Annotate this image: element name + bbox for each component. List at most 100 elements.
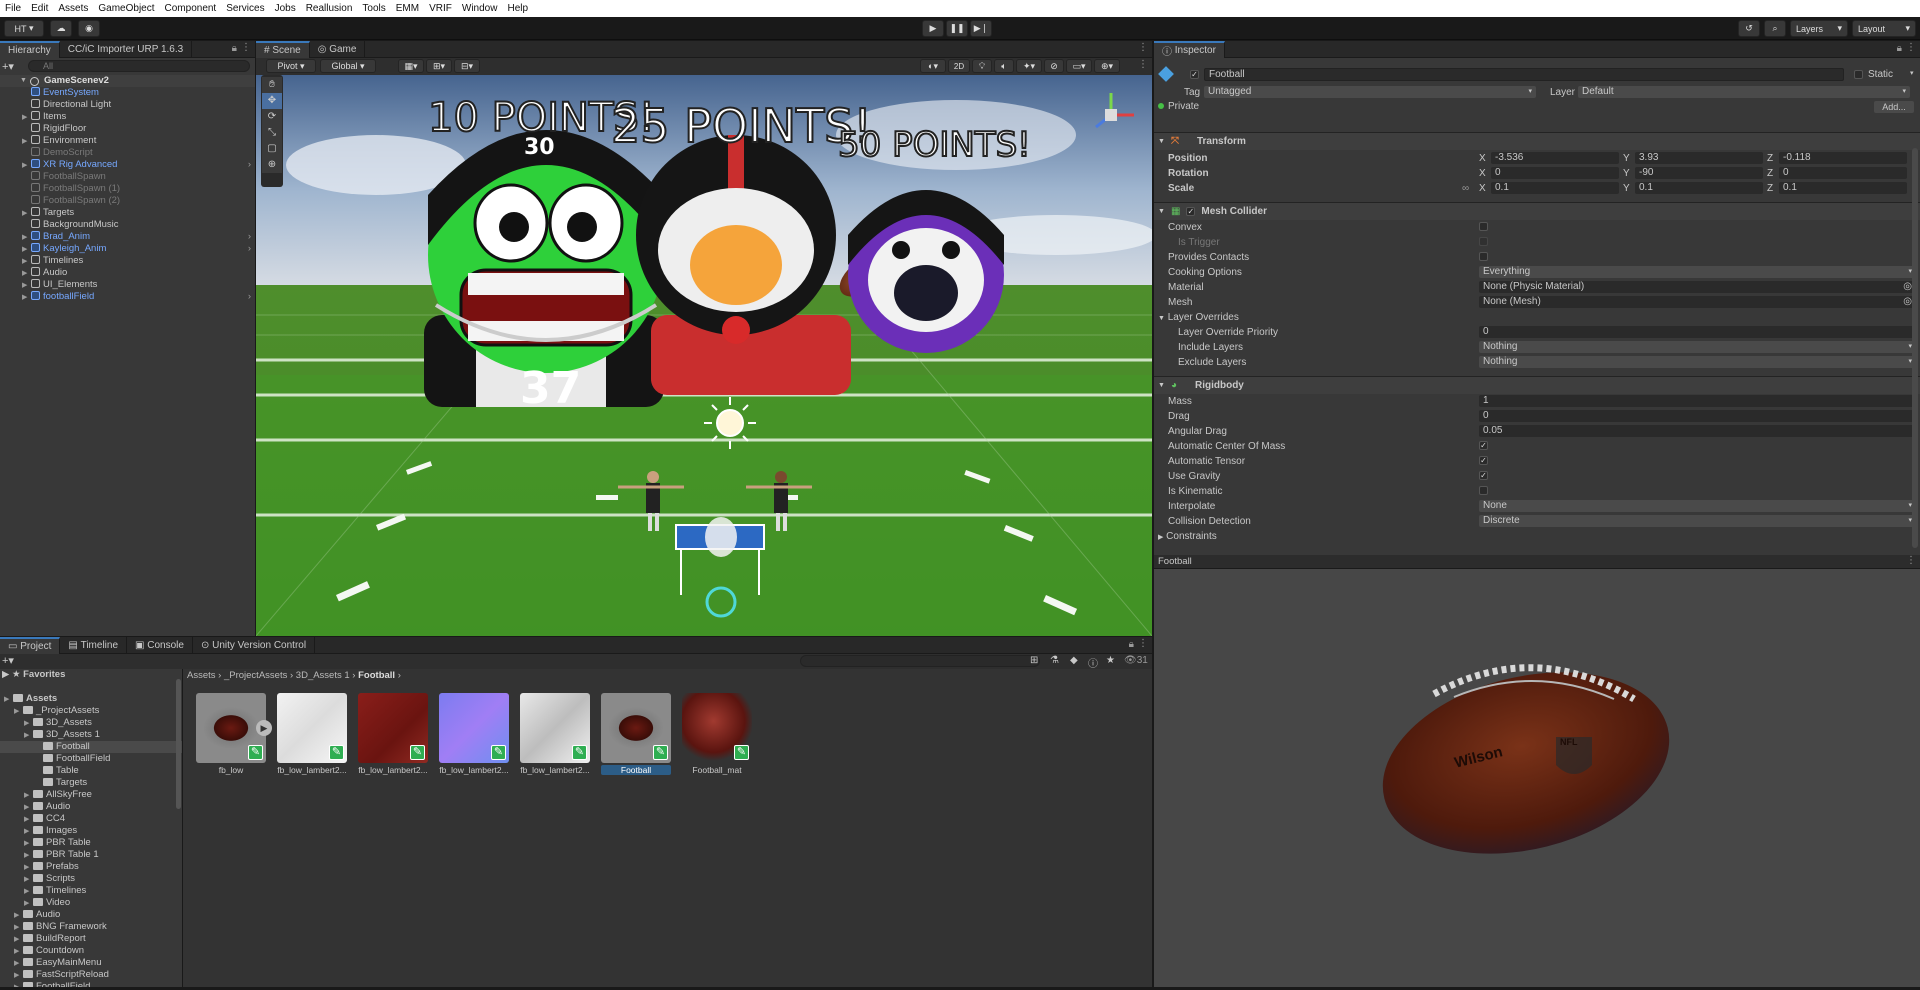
project-folder-row[interactable]: Table: [0, 765, 182, 777]
hierarchy-item[interactable]: ▶ Audio: [0, 267, 255, 279]
enabled-checkbox[interactable]: ✓: [1186, 207, 1196, 216]
open-prefab-icon[interactable]: ›: [248, 291, 251, 303]
project-folder-row[interactable]: ▶ Assets: [0, 693, 182, 705]
tab-inspector[interactable]: ⓘ Inspector: [1154, 40, 1225, 58]
label-icon[interactable]: ◆: [1070, 655, 1078, 666]
more-icon[interactable]: ⋮: [1906, 42, 1916, 53]
preview-panel[interactable]: Wilson NFL: [1154, 569, 1920, 987]
expand-arrow-icon[interactable]: ▼: [1158, 208, 1165, 215]
project-search-input[interactable]: [800, 655, 1040, 667]
x-field[interactable]: 0: [1491, 167, 1619, 179]
filter-icon[interactable]: ⊞: [1030, 655, 1038, 666]
hierarchy-item[interactable]: ▶ Kayleigh_Anim ›: [0, 243, 255, 255]
asset-item[interactable]: ✎ fb_low_lambert2...: [277, 693, 347, 775]
hierarchy-item[interactable]: Directional Light: [0, 99, 255, 111]
rigidbody-header[interactable]: ▼ ◕ Rigidbody ? ⇅ ⋮: [1154, 376, 1920, 394]
breadcrumb-item[interactable]: Assets: [187, 670, 216, 681]
convex-checkbox[interactable]: [1479, 222, 1488, 231]
asset-item[interactable]: ✎ ▶ fb_low: [196, 693, 272, 775]
include-dropdown[interactable]: Nothing ▾: [1479, 341, 1916, 353]
lighting-icon[interactable]: 💡︎: [972, 59, 992, 73]
z-field[interactable]: 0.1: [1779, 182, 1907, 194]
expand-asset-icon[interactable]: ▶: [256, 720, 272, 736]
audio-icon[interactable]: 🔈︎: [994, 59, 1014, 73]
asset-item[interactable]: ✎ Football_mat: [682, 693, 752, 775]
x-field[interactable]: 0.1: [1491, 182, 1619, 194]
hidden-icon[interactable]: ⊘: [1044, 59, 1064, 73]
menu-item-jobs[interactable]: Jobs: [270, 0, 301, 17]
hierarchy-search-input[interactable]: All: [28, 60, 250, 72]
tab-hierarchy[interactable]: Hierarchy: [0, 40, 60, 58]
search-icon[interactable]: ⌕: [1764, 20, 1786, 37]
cooking-dropdown[interactable]: Everything ▾: [1479, 266, 1916, 278]
hierarchy-item[interactable]: ▶ Targets: [0, 207, 255, 219]
hierarchy-item[interactable]: FootballSpawn (1): [0, 183, 255, 195]
interpolate-dropdown[interactable]: None ▾: [1479, 500, 1916, 512]
asset-item[interactable]: ✎ Football: [601, 693, 671, 775]
material-field[interactable]: None (Physic Material) ◎: [1479, 281, 1916, 293]
project-folder-row[interactable]: ▶ Video: [0, 897, 182, 909]
layer-dropdown[interactable]: Default ▾: [1578, 86, 1910, 98]
cloud-icon[interactable]: ☁: [50, 20, 72, 37]
scene-row[interactable]: ▼ GameScenev2: [0, 75, 255, 87]
hierarchy-item[interactable]: ▶ UI_Elements: [0, 279, 255, 291]
more-icon[interactable]: ⋮: [241, 42, 251, 53]
add-icon[interactable]: +▾: [2, 60, 14, 73]
more-icon[interactable]: ⋮: [1138, 42, 1148, 53]
project-folder-row[interactable]: ▶ CC4: [0, 813, 182, 825]
y-field[interactable]: 3.93: [1635, 152, 1763, 164]
auto-tensor-checkbox[interactable]: ✓: [1479, 456, 1488, 465]
effects-icon[interactable]: ✦▾: [1016, 59, 1042, 73]
play-button[interactable]: ▶: [922, 20, 944, 37]
exclude-dropdown[interactable]: Nothing ▾: [1479, 356, 1916, 368]
pivot-dropdown[interactable]: Pivot ▾: [266, 59, 316, 73]
menu-item-component[interactable]: Component: [160, 0, 222, 17]
lock-icon[interactable]: 🔒︎: [1129, 639, 1134, 650]
history-icon[interactable]: ↺: [1738, 20, 1760, 37]
mass-field[interactable]: 1: [1479, 395, 1916, 407]
open-prefab-icon[interactable]: ›: [248, 159, 251, 171]
tag-dropdown[interactable]: Untagged ▾: [1204, 86, 1536, 98]
project-folder-row[interactable]: ▶ Prefabs: [0, 861, 182, 873]
collab-icon[interactable]: ◉: [78, 20, 100, 37]
add-icon[interactable]: +▾: [2, 654, 14, 667]
hierarchy-item[interactable]: ▶ Items: [0, 111, 255, 123]
hand-tool-icon[interactable]: ✋︎: [262, 77, 282, 93]
project-folder-row[interactable]: ▶ Countdown: [0, 945, 182, 957]
hierarchy-item[interactable]: FootballSpawn (2): [0, 195, 255, 207]
expand-arrow-icon[interactable]: ▶: [14, 706, 23, 718]
is-kinematic-checkbox[interactable]: [1479, 486, 1488, 495]
expand-arrow-icon[interactable]: ▶: [14, 982, 23, 987]
project-folder-row[interactable]: ▶ Images: [0, 825, 182, 837]
z-field[interactable]: 0: [1779, 167, 1907, 179]
menu-item-vrif[interactable]: VRIF: [424, 0, 457, 17]
use-gravity-checkbox[interactable]: ✓: [1479, 471, 1488, 480]
chevron-down-icon[interactable]: ▾: [1910, 69, 1914, 77]
priority-field[interactable]: 0: [1479, 326, 1916, 338]
type-filter-icon[interactable]: ⚗: [1050, 655, 1059, 666]
project-folder-row[interactable]: ▶ Scripts: [0, 873, 182, 885]
collision-detection-dropdown[interactable]: Discrete ▾: [1479, 515, 1916, 527]
static-checkbox[interactable]: [1854, 70, 1863, 79]
project-folder-row[interactable]: ▶ AllSkyFree: [0, 789, 182, 801]
tab-console[interactable]: ▣ Console: [127, 636, 193, 654]
scene-viewport[interactable]: 10 POINTS! 25 POINTS! 50 POINTS! 30 37 ✋…: [256, 75, 1152, 636]
layers-dropdown[interactable]: Layers ▾: [1790, 20, 1848, 37]
tree-scrollbar[interactable]: [176, 679, 181, 809]
hierarchy-item[interactable]: ▶ footballField ›: [0, 291, 255, 303]
hierarchy-item[interactable]: DemoScript: [0, 147, 255, 159]
project-folder-row[interactable]: Targets: [0, 777, 182, 789]
tab-project[interactable]: ▭ Project: [0, 636, 61, 654]
transform-component-header[interactable]: ▼ ⤧ Transform ? ⇅ ⋮: [1154, 132, 1920, 150]
breadcrumb-item[interactable]: Football: [358, 670, 395, 681]
tab-timeline[interactable]: ▤ Timeline: [60, 636, 128, 654]
provides-contacts-checkbox[interactable]: [1479, 252, 1488, 261]
lock-icon[interactable]: 🔒︎: [1897, 43, 1902, 54]
menu-item-file[interactable]: File: [0, 0, 26, 17]
menu-item-tools[interactable]: Tools: [357, 0, 390, 17]
menu-item-assets[interactable]: Assets: [53, 0, 93, 17]
project-folder-row[interactable]: ▶ BuildReport: [0, 933, 182, 945]
hierarchy-item[interactable]: RigidFloor: [0, 123, 255, 135]
project-folder-row[interactable]: ▶ FootballField: [0, 981, 182, 987]
project-folder-row[interactable]: ▶ _ProjectAssets: [0, 705, 182, 717]
